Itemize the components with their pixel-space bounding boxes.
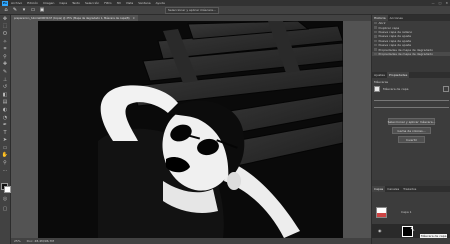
more-tools-icon[interactable]: ⋯ — [0, 167, 10, 175]
menu-item-ayuda[interactable]: Ayuda — [156, 1, 165, 5]
layer-thumbnail — [376, 206, 387, 218]
layer-row[interactable]: Capa 1 — [372, 192, 450, 218]
menu-item-3d[interactable]: 3D — [117, 1, 121, 5]
healing-brush-tool-icon[interactable]: ✚ — [0, 61, 10, 69]
document-tab-title: preparacion_tutorial00030.tif (Copia) @ … — [14, 16, 130, 20]
selection-mode-icon[interactable]: ▭ — [30, 7, 36, 13]
history-step-icon — [374, 39, 377, 42]
document-canvas[interactable] — [38, 21, 343, 238]
density-slider[interactable] — [374, 100, 449, 102]
eyedropper-tool-icon[interactable]: ⚲ — [0, 53, 10, 61]
hand-tool-icon[interactable]: ✋ — [0, 152, 10, 160]
tab-acciones[interactable]: Acciones — [388, 15, 405, 21]
mask-icon[interactable] — [374, 86, 380, 93]
type-tool-icon[interactable]: T — [0, 129, 10, 137]
home-icon[interactable]: ⌂ — [3, 7, 9, 13]
history-step-icon — [374, 43, 377, 47]
options-bar: ⌂ ✎ ▾ ▭ ▣ Seleccionar y aplicar máscara.… — [0, 6, 450, 15]
zoom-tool-icon[interactable]: ⚲ — [0, 159, 10, 167]
status-bar: 25% Doc: 48,4M/96,7M — [11, 238, 374, 244]
background-color-swatch[interactable] — [4, 186, 11, 193]
quick-mask-icon[interactable]: ◎ — [0, 195, 10, 203]
close-icon[interactable]: ✕ — [445, 1, 448, 5]
layer-name: Capa 1 — [401, 210, 412, 215]
menu-item-ventana[interactable]: Ventana — [138, 1, 150, 5]
properties-subtitle: Máscara de capa — [383, 87, 409, 92]
dodge-tool-icon[interactable]: ◔ — [0, 114, 10, 122]
shape-tool-icon[interactable]: ▭ — [0, 144, 10, 152]
pen-tool-icon[interactable]: ✒ — [0, 121, 10, 129]
history-step-icon — [374, 30, 377, 34]
brush-cursor-icon: ↖ — [410, 226, 416, 234]
history-brush-tool-icon[interactable]: ↺ — [0, 83, 10, 91]
minimize-icon[interactable]: — — [432, 1, 435, 5]
tools-panel: ✥ ⬚ ʘ ✧ ⌗ ⚲ ✚ ✎ ⊥ ↺ ◧ ▤ ◐ ◔ ✒ T ➤ ▭ ✋ ⚲ … — [0, 15, 11, 244]
layers-panel: Capa 1 ◉ ↖ Máscara de capa — [372, 192, 450, 244]
menu-item-filtro[interactable]: Filtro — [104, 1, 111, 5]
history-step-icon — [374, 48, 377, 51]
lasso-tool-icon[interactable]: ʘ — [0, 30, 10, 38]
menu-item-vista[interactable]: Vista — [126, 1, 133, 5]
properties-panel: Máscaras Máscara de capa Seleccionar y a… — [372, 78, 450, 181]
tab-historia[interactable]: Historia — [372, 15, 388, 21]
gradient-tool-icon[interactable]: ▤ — [0, 99, 10, 107]
menu-item-imagen[interactable]: Imagen — [43, 1, 54, 5]
marquee-tool-icon[interactable]: ⬚ — [0, 23, 10, 31]
canvas-image — [38, 21, 343, 238]
zoom-level[interactable]: 25% — [14, 239, 21, 243]
history-step-icon — [374, 35, 377, 38]
select-and-mask-panel-button[interactable]: Seleccionar y aplicar máscara... — [388, 118, 435, 126]
tool-preset-icon[interactable]: ▾ — [21, 7, 27, 13]
menu-item-texto[interactable]: Texto — [72, 1, 80, 5]
history-step-icon — [374, 52, 377, 56]
photoshop-logo-icon[interactable]: Ps — [2, 0, 8, 6]
quick-select-tool-icon[interactable]: ✧ — [0, 38, 10, 46]
brush-tool-icon[interactable]: ✎ — [12, 7, 18, 13]
clone-stamp-tool-icon[interactable]: ⊥ — [0, 76, 10, 84]
vector-mask-icon[interactable] — [443, 86, 449, 93]
feather-slider[interactable] — [374, 107, 449, 109]
add-selection-icon[interactable]: ▣ — [39, 7, 45, 13]
maximize-icon[interactable]: □ — [439, 1, 442, 5]
invert-button[interactable]: Invertir — [398, 136, 425, 144]
history-list: Abrir Duplicar capa Nueva capa de rellen… — [372, 21, 450, 57]
layer-visibility-icon[interactable]: ◉ — [378, 228, 382, 233]
move-tool-icon[interactable]: ✥ — [0, 15, 10, 23]
screen-mode-icon[interactable]: ▢ — [0, 205, 10, 213]
history-step-icon — [374, 26, 377, 29]
menu-item-capa[interactable]: Capa — [59, 1, 67, 5]
history-step-icon — [374, 21, 377, 25]
select-and-mask-button[interactable]: Seleccionar y aplicar máscara... — [165, 6, 219, 14]
brush-tool-icon[interactable]: ✎ — [0, 68, 10, 76]
right-panels: Historia Acciones Abrir Duplicar capa Nu… — [371, 15, 450, 244]
close-tab-icon[interactable]: ✕ — [133, 17, 135, 20]
properties-title: Máscaras — [374, 80, 389, 85]
path-selection-tool-icon[interactable]: ➤ — [0, 137, 10, 145]
crop-tool-icon[interactable]: ⌗ — [0, 45, 10, 53]
menu-item-edicion[interactable]: Edición — [27, 1, 38, 5]
document-info: Doc: 48,4M/96,7M — [26, 239, 54, 243]
color-range-button[interactable]: Gama de colores... — [392, 127, 431, 135]
menu-item-archivo[interactable]: Archivo — [11, 1, 22, 5]
eraser-tool-icon[interactable]: ◧ — [0, 91, 10, 99]
blur-tool-icon[interactable]: ◐ — [0, 106, 10, 114]
tooltip: Máscara de capa — [420, 234, 448, 239]
person-ear — [227, 172, 241, 190]
menu-item-seleccion[interactable]: Selección — [85, 1, 99, 5]
